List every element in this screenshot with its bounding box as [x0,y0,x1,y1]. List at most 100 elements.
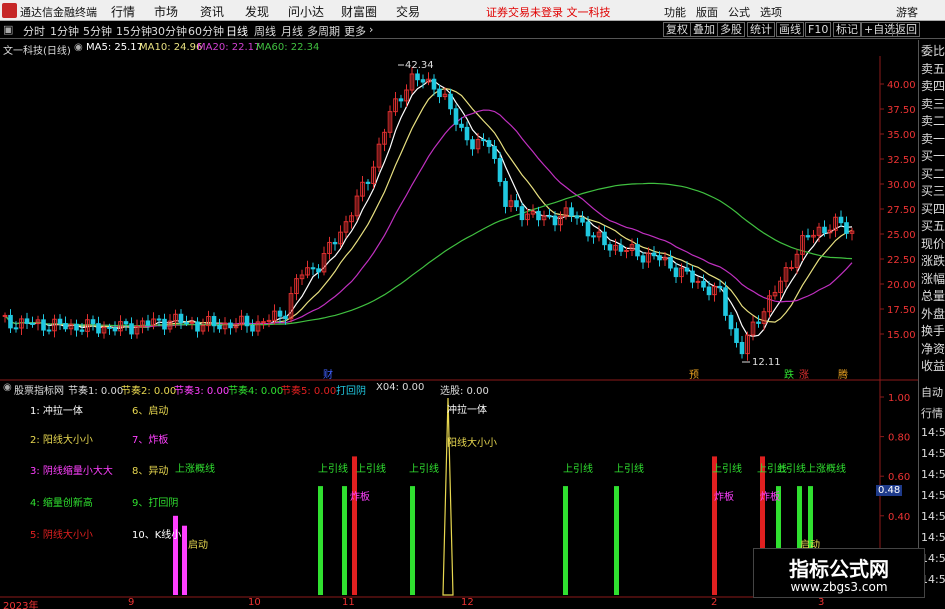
indicator-annotation: 冲拉一体 [447,405,487,416]
time-field-label[interactable]: 自动 [921,384,943,400]
candle-body [112,327,118,332]
candle-body [580,217,585,223]
quote-field-label[interactable]: 卖一 [921,130,945,147]
time-field-label[interactable]: 14:50 [921,510,945,523]
candle-body [123,321,129,325]
candle-body [602,231,607,246]
candle-body [668,256,673,269]
candle-body [332,241,338,245]
quote-field-label[interactable]: 涨幅 [921,270,945,287]
candle-body [734,328,739,343]
indicator-tick-label: 0.60 [888,472,910,483]
quote-field-label[interactable]: 委比 [921,42,945,59]
quote-field-label[interactable]: 卖三 [921,95,945,112]
mark-teng[interactable]: 腾 [838,366,848,381]
time-field-label[interactable]: 14:50 [921,468,945,481]
candle-body [497,158,503,182]
candle-body [574,215,580,219]
date-tick-label: 2 [711,597,718,608]
time-field-label[interactable]: 行情 [921,405,943,421]
quote-field-label[interactable]: 换手 [921,322,945,339]
quote-field-label[interactable]: 现价 [921,235,945,252]
quote-field-label[interactable]: 买四 [921,200,945,217]
candle-body [481,139,486,142]
indicator-bar [563,486,568,595]
indicator-annotation: 炸板 [714,492,734,503]
candle-body [684,267,690,272]
ind-val-2: 节奏2: 0.00 [121,386,177,397]
quote-field-label[interactable]: 净资 [921,340,945,357]
candle-body [739,341,745,355]
legend-5: 5: 阴线大小小 [30,530,93,541]
candle-body [46,329,52,332]
candle-body [701,280,706,288]
candle-body [640,255,646,263]
time-field-label[interactable]: 14:50 [921,531,945,544]
indicator-name[interactable]: 股票指标网 [14,382,64,397]
mark-cai[interactable]: 财 [323,366,333,381]
indicator-bar [342,486,347,595]
candle-body [805,235,811,238]
candle-body [41,319,46,331]
indicator-bar [182,525,187,595]
candle-body [470,139,475,150]
indicator-header: ◉ 股票指标网 节奏1: 0.00 节奏2: 0.00 节奏3: 0.00 节奏… [0,381,880,397]
candle-body [195,321,200,332]
candle-body [57,318,63,325]
indicator-annotation: 上涨概线 [806,464,846,475]
quote-field-label[interactable]: 卖四 [921,77,945,94]
quote-field-label[interactable]: 卖二 [921,112,945,129]
legend-9: 9、打回阴 [132,498,179,509]
candle-body [838,216,844,224]
legend-3: 3: 阴线缩量小大大 [30,466,113,477]
price-tick-label: 35.00 [887,130,916,141]
candle-body [844,222,849,234]
ind-val-4: 节奏4: 0.00 [228,386,284,397]
quote-field-label[interactable]: 买一 [921,147,945,164]
time-field-label[interactable]: 14:50 [921,489,945,502]
candle-body [310,267,316,270]
indicator-axis: 1.000.800.600.400.20 [880,393,910,562]
ind-val-3: 节奏3: 0.00 [174,386,230,397]
candle-body [486,140,492,147]
candle-body [13,327,19,330]
candle-body [217,325,222,330]
time-field-label[interactable]: 14:50 [921,426,945,439]
quote-field-label[interactable]: 买三 [921,182,945,199]
price-tick-label: 25.00 [887,230,916,241]
candle-body [96,323,101,334]
legend-8: 8、异动 [132,466,169,477]
candle-body [459,123,464,128]
quote-field-label[interactable]: 外盘 [921,305,945,322]
quote-field-label[interactable]: 买五 [921,217,945,234]
indicator-gear-icon[interactable]: ◉ [3,382,12,393]
indicator-annotation: 上涨概线 [175,464,215,475]
indicator-tick-label: 1.00 [888,393,910,404]
indicator-annotation: 上引线 [318,464,348,475]
mark-zhang[interactable]: 涨 [799,366,809,381]
legend-7: 7、炸板 [132,435,169,446]
time-field-label[interactable]: 14:50 [921,447,945,460]
quote-field-label[interactable]: 总量 [921,287,945,304]
candle-body [552,215,558,226]
price-tick-label: 15.00 [887,330,916,341]
quote-field-label[interactable]: 收益 [921,357,945,374]
quote-field-label[interactable]: 涨跌 [921,252,945,269]
indicator-current-value: 0.48 [876,485,903,496]
quote-field-label[interactable]: 卖五 [921,60,945,77]
mark-yu[interactable]: 预 [689,366,699,381]
candle-body [492,145,497,160]
legend-4: 4: 缩量创新高 [30,498,93,509]
quote-field-label[interactable]: 买二 [921,165,945,182]
candle-body [690,270,695,283]
legend-10: 10、K线小 [132,530,182,541]
candle-body [250,325,255,332]
indicator-spike [442,397,454,596]
candle-body [618,244,624,252]
indicator-bar [614,486,619,595]
indicator-tick-label: 0.80 [888,433,910,444]
mark-die[interactable]: 跌 [784,366,794,381]
candle-body [90,319,96,325]
indicator-bar [410,486,415,595]
candle-body [145,320,151,326]
